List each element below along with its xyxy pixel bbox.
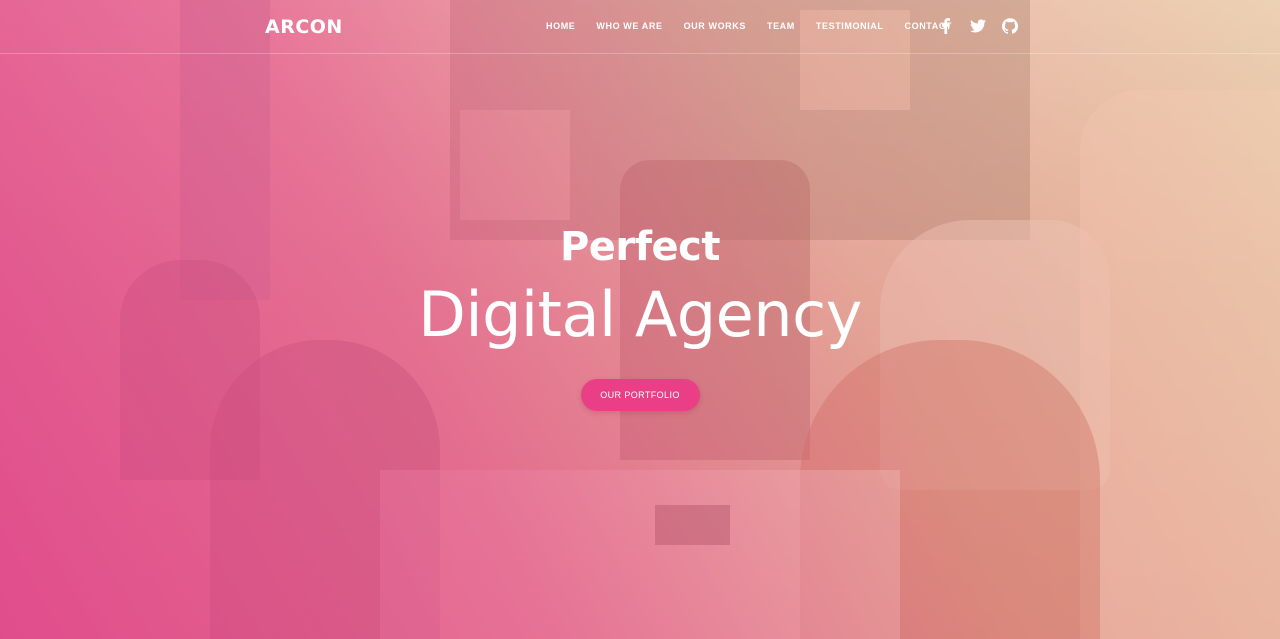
twitter-icon[interactable] xyxy=(970,18,986,34)
nav-item-our-works[interactable]: OUR WORKS xyxy=(684,21,746,31)
nav-item-home[interactable]: HOME xyxy=(546,21,575,31)
main-nav: HOME WHO WE ARE OUR WORKS TEAM TESTIMONI… xyxy=(546,21,973,31)
hero-title: Digital Agency xyxy=(418,278,862,351)
nav-item-testimonial[interactable]: TESTIMONIAL xyxy=(816,21,884,31)
hero-content: Perfect Digital Agency OUR PORTFOLIO xyxy=(0,222,1280,411)
github-icon[interactable] xyxy=(1001,18,1019,34)
facebook-icon[interactable] xyxy=(938,18,954,34)
hero-kicker: Perfect xyxy=(559,224,721,270)
nav-item-who-we-are[interactable]: WHO WE ARE xyxy=(596,21,662,31)
nav-item-team[interactable]: TEAM xyxy=(767,21,795,31)
our-portfolio-button[interactable]: OUR PORTFOLIO xyxy=(580,379,700,411)
social-links xyxy=(938,18,1019,34)
brand-logo[interactable]: ARCON xyxy=(265,16,343,38)
hero-section: ARCON HOME WHO WE ARE OUR WORKS TEAM TES… xyxy=(0,0,1280,639)
top-navigation-bar: ARCON HOME WHO WE ARE OUR WORKS TEAM TES… xyxy=(0,0,1280,54)
